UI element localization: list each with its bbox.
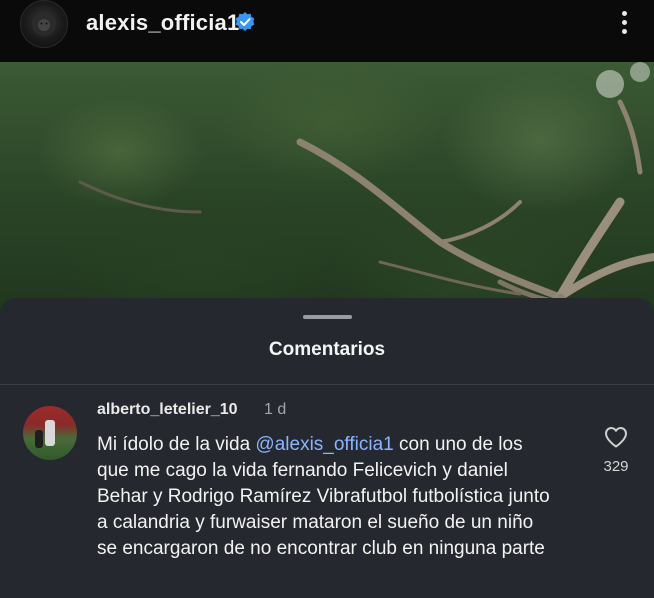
comment-mention-link[interactable]: @alexis_officia1 <box>255 434 393 455</box>
comment-timestamp: 1 d <box>264 401 287 418</box>
comment-like-count: 329 <box>603 458 629 475</box>
post-header: alexis_officia1 <box>0 0 654 62</box>
post-author-username[interactable]: alexis_officia1 <box>86 10 239 36</box>
profile-avatar[interactable] <box>20 0 68 48</box>
lion-logo-icon <box>32 12 56 36</box>
sheet-divider <box>0 384 654 385</box>
comments-sheet: Comentarios alberto_letelier_10 1 d Mi í… <box>0 298 654 598</box>
comments-title: Comentarios <box>268 339 386 360</box>
more-options-icon[interactable] <box>614 8 634 36</box>
comment-text-start: Mi ídolo de la vida <box>97 434 256 455</box>
sheet-drag-handle[interactable] <box>303 315 352 319</box>
comment-text: Mi ídolo de la vida @alexis_officia1 con… <box>97 432 557 562</box>
heart-icon[interactable] <box>604 426 628 448</box>
comment-author-avatar[interactable] <box>23 406 77 460</box>
comment-author-username[interactable]: alberto_letelier_10 <box>97 401 238 419</box>
verified-badge-icon <box>235 12 255 31</box>
